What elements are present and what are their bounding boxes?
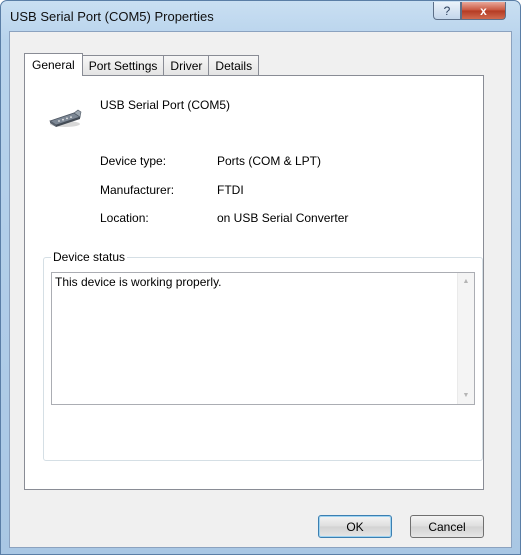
title-bar[interactable]: USB Serial Port (COM5) Properties ? x	[1, 1, 520, 31]
cancel-button[interactable]: Cancel	[410, 515, 484, 538]
device-name: USB Serial Port (COM5)	[100, 98, 231, 112]
close-icon: x	[480, 3, 487, 18]
device-status-textbox[interactable]: This device is working properly. ▲ ▼	[51, 272, 475, 405]
window-title: USB Serial Port (COM5) Properties	[10, 9, 214, 24]
manufacturer-value: FTDI	[217, 183, 244, 197]
dialog-client-area: General Port Settings Driver Details USB…	[9, 31, 512, 548]
tab-port-settings[interactable]: Port Settings	[82, 55, 165, 75]
properties-window: USB Serial Port (COM5) Properties ? x Ge…	[0, 0, 521, 555]
usb-serial-connector-icon	[49, 109, 82, 127]
tab-driver[interactable]: Driver	[164, 55, 210, 75]
general-tab-panel: USB Serial Port (COM5) Device type: Port…	[24, 75, 484, 490]
close-button[interactable]: x	[461, 2, 506, 20]
device-type-value: Ports (COM & LPT)	[217, 154, 322, 168]
device-status-group: Device status This device is working pro…	[43, 250, 483, 461]
tab-general[interactable]: General	[24, 53, 83, 76]
device-status-group-label: Device status	[51, 250, 128, 264]
status-scrollbar[interactable]: ▲ ▼	[457, 273, 474, 404]
help-icon: ?	[443, 3, 451, 18]
scroll-down-arrow-icon[interactable]: ▼	[458, 387, 474, 404]
tab-details[interactable]: Details	[209, 55, 260, 75]
ok-button[interactable]: OK	[318, 515, 392, 538]
help-button[interactable]: ?	[433, 2, 461, 20]
location-value: on USB Serial Converter	[217, 211, 349, 225]
location-label: Location:	[100, 211, 149, 225]
device-status-text: This device is working properly.	[55, 275, 222, 289]
scroll-up-arrow-icon[interactable]: ▲	[458, 273, 474, 290]
tab-strip: General Port Settings Driver Details	[24, 53, 260, 76]
device-type-label: Device type:	[100, 154, 167, 168]
manufacturer-label: Manufacturer:	[100, 183, 175, 197]
